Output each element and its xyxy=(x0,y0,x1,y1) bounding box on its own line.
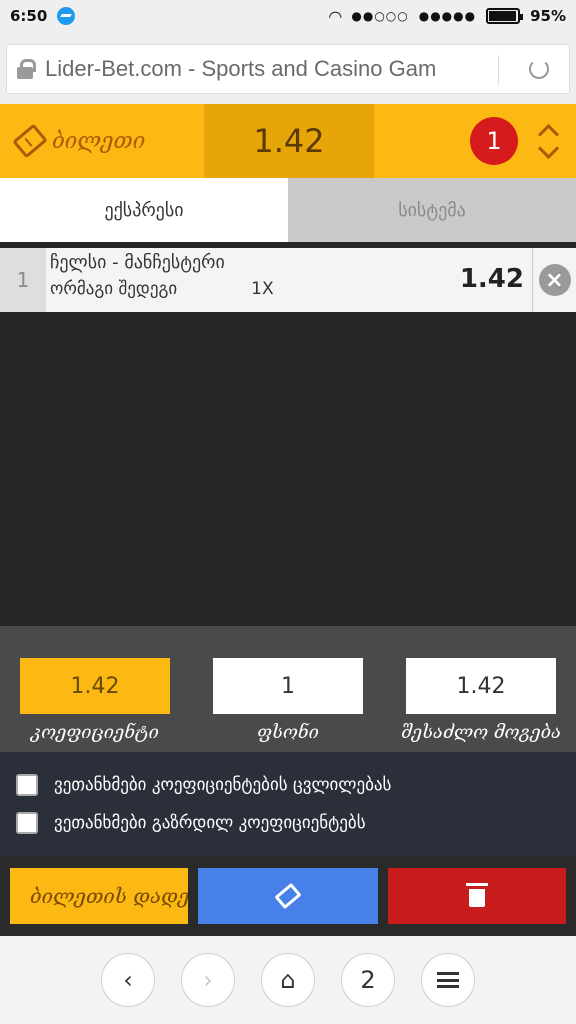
coefficient-label: კოეფიციენტი xyxy=(31,722,159,743)
ticket-icon xyxy=(274,882,302,910)
bet-number: 1 xyxy=(0,248,46,312)
bet-selection: 1X xyxy=(251,279,274,299)
ticket-icon xyxy=(12,123,48,159)
possible-win-value: 1.42 xyxy=(406,658,556,714)
chevron-right-icon: › xyxy=(203,966,213,994)
url-divider xyxy=(498,55,499,85)
browser-url-bar: Lider-Bet.com - Sports and Casino Gam xyxy=(0,32,576,104)
checkbox[interactable] xyxy=(16,812,38,834)
tab-express[interactable]: ექსპრესი xyxy=(0,178,288,242)
bet-type-tabs: ექსპრესი სისტემა xyxy=(0,178,576,242)
stake-summary: 1.42 1 1.42 კოეფიციენტი ფსონი შესაძლო მო… xyxy=(0,626,576,752)
forward-button[interactable]: › xyxy=(181,953,235,1007)
option-accept-odds-change[interactable]: ვეთანხმები კოეფიციენტების ცვლილებას xyxy=(16,766,560,804)
close-icon: × xyxy=(538,264,571,296)
coefficient-value: 1.42 xyxy=(20,658,170,714)
address-field[interactable]: Lider-Bet.com - Sports and Casino Gam xyxy=(6,44,570,94)
expand-collapse-icon[interactable] xyxy=(538,121,560,161)
ticket-actions: ბილეთის დადება xyxy=(0,856,576,936)
checkbox[interactable] xyxy=(16,774,38,796)
place-bet-button[interactable]: ბილეთის დადება xyxy=(10,868,188,924)
save-ticket-button[interactable] xyxy=(198,868,378,924)
messenger-icon xyxy=(57,7,76,25)
battery-icon xyxy=(486,8,524,24)
possible-win-label: შესაძლო მოგება xyxy=(400,722,562,743)
signal-strength-sim1: ●●○○○ xyxy=(351,9,409,23)
back-button[interactable]: ‹ xyxy=(101,953,155,1007)
wifi-icon: ◠ xyxy=(329,6,342,26)
tab-system[interactable]: სისტემა xyxy=(288,178,576,242)
tabs-button[interactable]: 2 xyxy=(341,953,395,1007)
bet-match: ჩელსი - მანჩესტერი xyxy=(50,252,225,273)
bet-count-badge: 1 xyxy=(470,117,518,165)
odds-change-options: ვეთანხმები კოეფიციენტების ცვლილებას ვეთა… xyxy=(0,752,576,856)
stake-input[interactable]: 1 xyxy=(213,658,363,714)
chevron-left-icon: ‹ xyxy=(123,966,133,994)
page-title-url[interactable]: Lider-Bet.com - Sports and Casino Gam xyxy=(45,56,473,82)
bet-market-line: ორმაგი შედეგი 1X xyxy=(50,279,526,299)
browser-navigation: ‹ › ⌂ 2 xyxy=(0,936,576,1024)
screen: 6:50 ◠ ●●○○○ ●●●●● 95% Lider-Bet.com - S… xyxy=(0,0,576,1024)
total-odds: 1.42 xyxy=(204,104,374,178)
ticket-title: ბილეთი xyxy=(52,128,146,154)
bet-details: ჩელსი - მანჩესტერი ორმაგი შედეგი 1X 1.42 xyxy=(46,248,532,312)
trash-icon xyxy=(466,883,488,907)
ticket-controls: 1 xyxy=(374,104,576,178)
delete-ticket-button[interactable] xyxy=(388,868,566,924)
menu-button[interactable] xyxy=(421,953,475,1007)
menu-icon xyxy=(437,972,459,988)
home-icon: ⌂ xyxy=(280,966,296,994)
stake-label: ფსონი xyxy=(257,722,319,743)
reload-icon[interactable] xyxy=(529,59,549,79)
tabs-count: 2 xyxy=(360,966,376,994)
bet-market: ორმაგი შედეგი xyxy=(50,279,178,299)
status-bar: 6:50 ◠ ●●○○○ ●●●●● 95% xyxy=(0,0,576,32)
lock-icon xyxy=(17,59,36,79)
option-label: ვეთანხმები გაზრდილ კოეფიციენტებს xyxy=(54,813,366,833)
ticket-header[interactable]: ბილეთი 1.42 1 xyxy=(0,104,576,178)
home-button[interactable]: ⌂ xyxy=(261,953,315,1007)
status-indicators: ◠ ●●○○○ ●●●●● 95% xyxy=(329,7,566,26)
bet-row: 1 ჩელსი - მანჩესტერი ორმაგი შედეგი 1X 1.… xyxy=(0,248,576,312)
battery-percent: 95% xyxy=(530,7,566,25)
option-accept-increased-odds[interactable]: ვეთანხმები გაზრდილ კოეფიციენტებს xyxy=(16,804,560,842)
bet-odd: 1.42 xyxy=(459,264,524,294)
ticket-title-area[interactable]: ბილეთი xyxy=(0,104,204,178)
signal-strength-sim2: ●●●●● xyxy=(418,9,477,23)
option-label: ვეთანხმები კოეფიციენტების ცვლილებას xyxy=(54,775,392,795)
remove-bet-button[interactable]: × xyxy=(532,248,576,312)
status-time: 6:50 xyxy=(10,7,48,25)
